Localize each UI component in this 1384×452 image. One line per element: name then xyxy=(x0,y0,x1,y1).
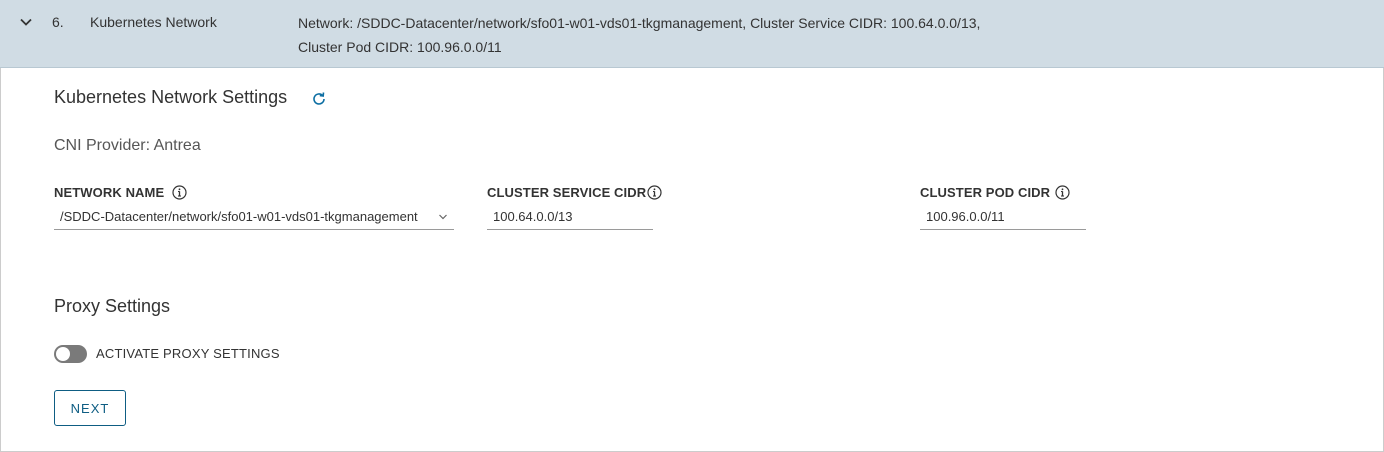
step-summary: Network: /SDDC-Datacenter/network/sfo01-… xyxy=(298,15,981,55)
proxy-toggle-label: ACTIVATE PROXY SETTINGS xyxy=(96,346,280,361)
info-icon[interactable] xyxy=(1055,185,1070,200)
cluster-pod-cidr-input[interactable]: 100.96.0.0/11 xyxy=(920,207,1086,230)
cluster-pod-cidr-label: CLUSTER POD CIDR xyxy=(920,185,1051,200)
network-name-select[interactable]: /SDDC-Datacenter/network/sfo01-w01-vds01… xyxy=(54,207,454,230)
cni-provider: CNI Provider: Antrea xyxy=(54,137,201,154)
cluster-service-cidr-input[interactable]: 100.64.0.0/13 xyxy=(487,207,653,230)
network-settings-title: Kubernetes Network Settings xyxy=(54,87,288,107)
step-header[interactable]: 6. Kubernetes Network Network: /SDDC-Dat… xyxy=(0,0,1384,68)
network-name-label: NETWORK NAME xyxy=(54,185,165,200)
step-title: Kubernetes Network xyxy=(90,14,217,30)
next-button[interactable]: NEXT xyxy=(54,390,126,426)
proxy-settings-title: Proxy Settings xyxy=(54,296,171,316)
step-number: 6. xyxy=(52,14,64,30)
network-name-value: /SDDC-Datacenter/network/sfo01-w01-vds01… xyxy=(60,209,418,224)
chevron-down-icon[interactable] xyxy=(19,15,33,29)
proxy-toggle[interactable] xyxy=(54,345,87,363)
info-icon[interactable] xyxy=(172,185,187,200)
refresh-icon[interactable] xyxy=(311,91,327,107)
caret-down-icon xyxy=(439,214,447,220)
cluster-service-cidr-label: CLUSTER SERVICE CIDR xyxy=(487,185,647,200)
toggle-knob xyxy=(56,347,70,361)
info-icon[interactable] xyxy=(647,185,662,200)
